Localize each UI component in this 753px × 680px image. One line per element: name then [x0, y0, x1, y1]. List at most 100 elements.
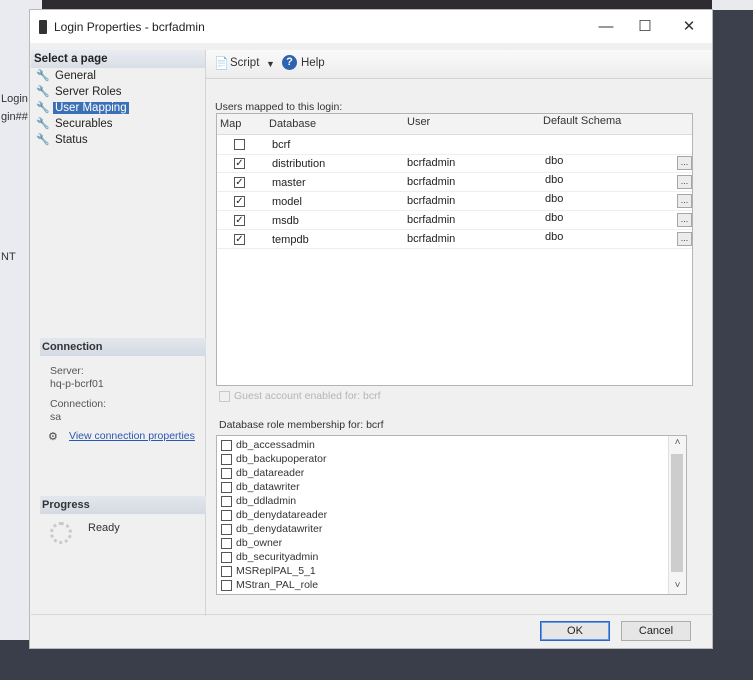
role-name: MSReplPAL_5_1 [236, 565, 316, 577]
table-row[interactable]: ✓ msdb bcrfadmin dbo ... [217, 211, 692, 230]
maximize-button[interactable]: ☐ [625, 16, 665, 38]
user-cell[interactable]: bcrfadmin [407, 176, 455, 188]
page-list: 🔧 General 🔧 Server Roles 🔧 User Mapping … [31, 68, 205, 148]
scrollbar-thumb[interactable] [671, 454, 683, 572]
progress-spinner-icon [50, 522, 72, 544]
user-cell[interactable]: bcrfadmin [407, 214, 455, 226]
schema-cell[interactable]: dbo [545, 174, 563, 186]
map-checkbox[interactable]: ✓ [234, 177, 245, 188]
page-item-user-mapping[interactable]: 🔧 User Mapping [31, 100, 205, 116]
minimize-button[interactable]: — [586, 16, 626, 38]
background-text: NT [1, 251, 16, 263]
close-button[interactable]: ✕ [669, 16, 709, 38]
title-bar[interactable]: Login Properties - bcrfadmin — ☐ ✕ [30, 10, 712, 43]
server-value: hq-p-bcrf01 [50, 378, 104, 390]
role-membership-label: Database role membership for: bcrf [219, 419, 384, 431]
users-mapped-label: Users mapped to this login: [215, 101, 343, 113]
column-header-map[interactable]: Map [220, 118, 241, 130]
app-icon [39, 20, 47, 34]
server-label: Server: [50, 365, 84, 377]
page-item-label: Status [55, 134, 88, 146]
column-header-user[interactable]: User [407, 116, 430, 128]
users-mapped-grid: Map Database User Default Schema bcrf ✓ … [216, 113, 693, 386]
role-name: db_securityadmin [236, 551, 319, 563]
schema-browse-button[interactable]: ... [677, 213, 692, 227]
wrench-icon: 🔧 [36, 118, 50, 130]
chevron-up-icon[interactable]: ˄ [669, 436, 686, 450]
role-checkbox[interactable] [221, 566, 232, 577]
guest-account-checkbox[interactable] [219, 391, 230, 402]
user-cell[interactable]: bcrfadmin [407, 195, 455, 207]
role-checkbox[interactable] [221, 496, 232, 507]
view-connection-properties-link[interactable]: View connection properties [69, 430, 195, 442]
role-checkbox[interactable] [221, 482, 232, 493]
schema-browse-button[interactable]: ... [677, 194, 692, 208]
background-desktop [712, 0, 753, 680]
role-checkbox[interactable] [221, 552, 232, 563]
role-name: db_owner [236, 537, 283, 549]
schema-browse-button[interactable]: ... [677, 232, 692, 246]
progress-status: Ready [88, 522, 120, 534]
role-name: db_denydatareader [236, 509, 328, 521]
page-item-label: User Mapping [53, 102, 129, 114]
role-name: db_datareader [236, 467, 305, 479]
user-cell[interactable]: bcrfadmin [407, 233, 455, 245]
column-header-default-schema[interactable]: Default Schema [543, 115, 621, 127]
role-name: db_ddladmin [236, 495, 297, 507]
map-checkbox[interactable] [234, 139, 245, 150]
divider [31, 614, 713, 615]
chevron-down-icon[interactable]: ▼ [266, 59, 275, 69]
cancel-button[interactable]: Cancel [621, 621, 691, 641]
role-checkbox[interactable] [221, 580, 232, 591]
page-item-server-roles[interactable]: 🔧 Server Roles [31, 84, 205, 100]
connection-header: Connection [40, 338, 206, 356]
schema-cell[interactable]: dbo [545, 231, 563, 243]
connection-value: sa [50, 411, 62, 423]
schema-cell[interactable]: dbo [545, 193, 563, 205]
schema-browse-button[interactable]: ... [677, 156, 692, 170]
wrench-icon: 🔧 [36, 134, 50, 146]
role-list-scrollbar[interactable]: ˄ ˅ [668, 436, 686, 594]
script-button[interactable]: Script [230, 57, 259, 69]
database-cell: distribution [272, 158, 326, 170]
toolbar: 📄 Script ▼ ? Help [206, 50, 712, 79]
table-row[interactable]: ✓ tempdb bcrfadmin dbo ... [217, 230, 692, 249]
chevron-down-icon[interactable]: ˅ [669, 579, 686, 593]
script-icon: 📄 [214, 56, 229, 70]
database-cell: tempdb [272, 234, 309, 246]
table-row[interactable]: ✓ model bcrfadmin dbo ... [217, 192, 692, 211]
page-item-status[interactable]: 🔧 Status [31, 132, 205, 148]
role-name: db_denydatawriter [236, 523, 323, 535]
role-checkbox[interactable] [221, 524, 232, 535]
user-cell[interactable]: bcrfadmin [407, 157, 455, 169]
database-cell: master [272, 177, 306, 189]
role-checkbox[interactable] [221, 468, 232, 479]
role-name: db_backupoperator [236, 453, 327, 465]
connection-properties-icon: ⚙ [48, 431, 58, 443]
wrench-icon: 🔧 [36, 70, 50, 82]
role-checkbox[interactable] [221, 454, 232, 465]
column-header-database[interactable]: Database [269, 118, 316, 130]
role-checkbox[interactable] [221, 510, 232, 521]
help-button[interactable]: Help [301, 57, 325, 69]
background-text: Login [1, 93, 28, 105]
page-item-securables[interactable]: 🔧 Securables [31, 116, 205, 132]
database-cell: model [272, 196, 302, 208]
role-checkbox[interactable] [221, 440, 232, 451]
schema-browse-button[interactable]: ... [677, 175, 692, 189]
schema-cell[interactable]: dbo [545, 212, 563, 224]
schema-cell[interactable]: dbo [545, 155, 563, 167]
guest-account-label: Guest account enabled for: bcrf [234, 390, 381, 402]
role-checkbox[interactable] [221, 538, 232, 549]
map-checkbox[interactable]: ✓ [234, 234, 245, 245]
map-checkbox[interactable]: ✓ [234, 196, 245, 207]
table-row[interactable]: bcrf [217, 136, 692, 155]
ok-button[interactable]: OK [540, 621, 610, 641]
map-checkbox[interactable]: ✓ [234, 215, 245, 226]
table-row[interactable]: ✓ master bcrfadmin dbo ... [217, 173, 692, 192]
map-checkbox[interactable]: ✓ [234, 158, 245, 169]
page-item-label: Server Roles [55, 86, 122, 98]
page-item-general[interactable]: 🔧 General [31, 68, 205, 84]
table-row[interactable]: ✓ distribution bcrfadmin dbo ... [217, 154, 692, 173]
role-membership-list: db_accessadmin db_backupoperator db_data… [216, 435, 687, 595]
